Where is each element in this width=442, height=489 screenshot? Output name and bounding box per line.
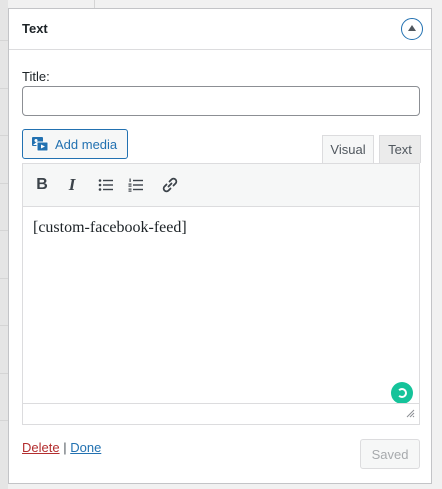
background-panel xyxy=(0,0,8,489)
editor-status-bar xyxy=(23,403,419,424)
media-icon xyxy=(31,136,49,152)
title-input[interactable] xyxy=(22,86,420,116)
resize-handle-icon[interactable] xyxy=(405,406,415,421)
add-media-button[interactable]: Add media xyxy=(22,129,128,159)
background-divider xyxy=(94,0,95,8)
bulleted-list-icon[interactable] xyxy=(93,173,119,197)
action-separator: | xyxy=(63,440,67,455)
bold-icon[interactable]: B xyxy=(29,173,55,197)
editor-toolbar: B I xyxy=(23,164,419,207)
text-widget: Text Title: Add media Visual Text B I [c… xyxy=(8,8,432,484)
link-icon[interactable] xyxy=(157,173,183,197)
add-media-label: Add media xyxy=(55,136,118,152)
tab-text[interactable]: Text xyxy=(379,135,421,163)
italic-icon[interactable]: I xyxy=(59,173,85,197)
tab-visual[interactable]: Visual xyxy=(322,135,374,163)
widget-toggle-button[interactable] xyxy=(401,18,423,40)
grammarly-icon[interactable] xyxy=(391,382,413,404)
rich-text-editor: B I [custom-facebook-feed] xyxy=(22,163,420,425)
widget-actions: Delete | Done xyxy=(22,440,101,455)
widget-title: Text xyxy=(22,21,48,36)
arrow-up-icon xyxy=(408,25,416,31)
numbered-list-icon[interactable] xyxy=(123,173,149,197)
title-label: Title: xyxy=(22,69,50,84)
widget-header[interactable]: Text xyxy=(9,9,431,50)
editor-content[interactable]: [custom-facebook-feed] xyxy=(23,207,419,403)
saved-button: Saved xyxy=(360,439,420,469)
done-link[interactable]: Done xyxy=(70,440,101,455)
delete-link[interactable]: Delete xyxy=(22,440,60,455)
